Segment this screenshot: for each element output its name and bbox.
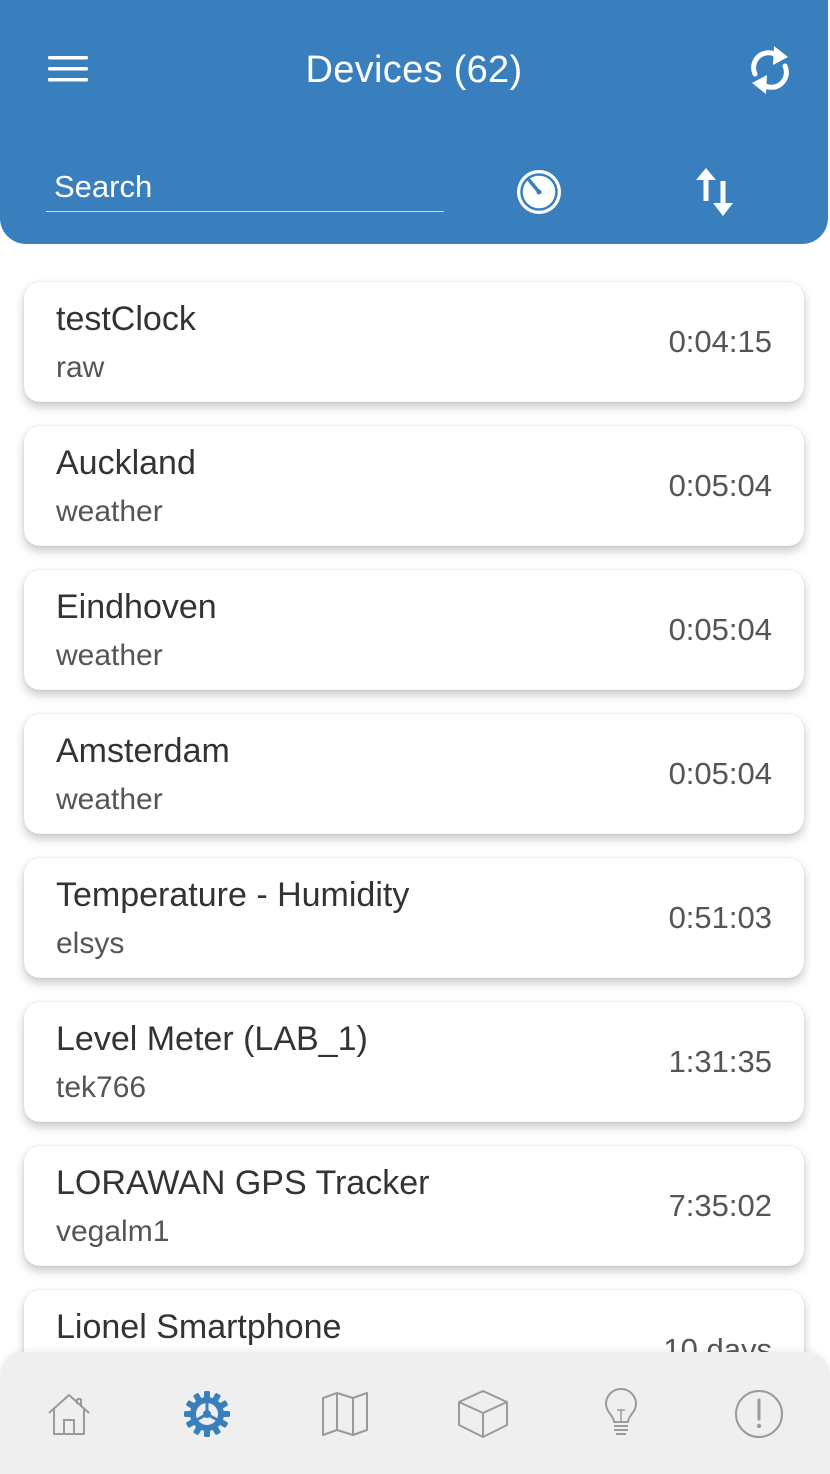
device-type: weather [56,639,163,672]
menu-button[interactable] [40,46,96,92]
device-card[interactable]: Temperature - Humidity elsys 0:51:03 [24,858,804,978]
device-card[interactable]: Auckland weather 0:05:04 [24,426,804,546]
device-card[interactable]: testClock raw 0:04:15 [24,282,804,402]
gear-icon [182,1389,232,1439]
tab-devices[interactable] [175,1382,239,1446]
device-name: LORAWAN GPS Tracker [56,1164,430,1202]
tab-insights[interactable] [589,1382,653,1446]
device-name: Amsterdam [56,732,230,770]
device-type: vegalm1 [56,1215,170,1248]
device-last-seen: 7:35:02 [668,1188,772,1223]
timer-icon [512,164,566,218]
tab-objects[interactable] [451,1382,515,1446]
tab-alerts[interactable] [727,1382,791,1446]
device-type: weather [56,495,163,528]
app-header: Devices (62) [0,0,828,244]
page-title: Devices (62) [305,49,523,91]
device-type: tek766 [56,1071,147,1104]
device-name: Level Meter (LAB_1) [56,1020,368,1058]
device-type: weather [56,783,163,816]
device-name: testClock [56,300,196,338]
device-last-seen: 0:05:04 [668,468,772,503]
hamburger-menu-icon [46,54,90,84]
home-icon [45,1390,93,1438]
tab-map[interactable] [313,1382,377,1446]
device-name: Auckland [56,444,196,482]
refresh-icon [748,42,792,98]
cube-icon [456,1388,510,1440]
device-card[interactable]: Eindhoven weather 0:05:04 [24,570,804,690]
device-type: raw [56,351,105,384]
bottom-tab-bar [0,1352,830,1474]
device-list: testClock raw 0:04:15 Auckland weather 0… [0,282,830,1434]
timer-button[interactable] [510,162,568,220]
device-last-seen: 0:51:03 [668,900,772,935]
search-input[interactable] [46,162,444,212]
sort-button[interactable] [688,162,742,222]
device-last-seen: 0:04:15 [668,324,772,359]
refresh-button[interactable] [742,40,798,100]
device-name: Lionel Smartphone [56,1308,342,1346]
device-card[interactable]: Level Meter (LAB_1) tek766 1:31:35 [24,1002,804,1122]
lightbulb-icon [601,1388,641,1440]
tab-home[interactable] [37,1382,101,1446]
device-name: Eindhoven [56,588,217,626]
device-last-seen: 0:05:04 [668,756,772,791]
device-card[interactable]: LORAWAN GPS Tracker vegalm1 7:35:02 [24,1146,804,1266]
device-last-seen: 1:31:35 [668,1044,772,1079]
alert-icon [733,1388,785,1440]
sort-arrows-icon [693,165,737,219]
device-name: Temperature - Humidity [56,876,410,914]
device-type: elsys [56,927,125,960]
map-icon [320,1390,370,1438]
device-last-seen: 0:05:04 [668,612,772,647]
device-card[interactable]: Amsterdam weather 0:05:04 [24,714,804,834]
